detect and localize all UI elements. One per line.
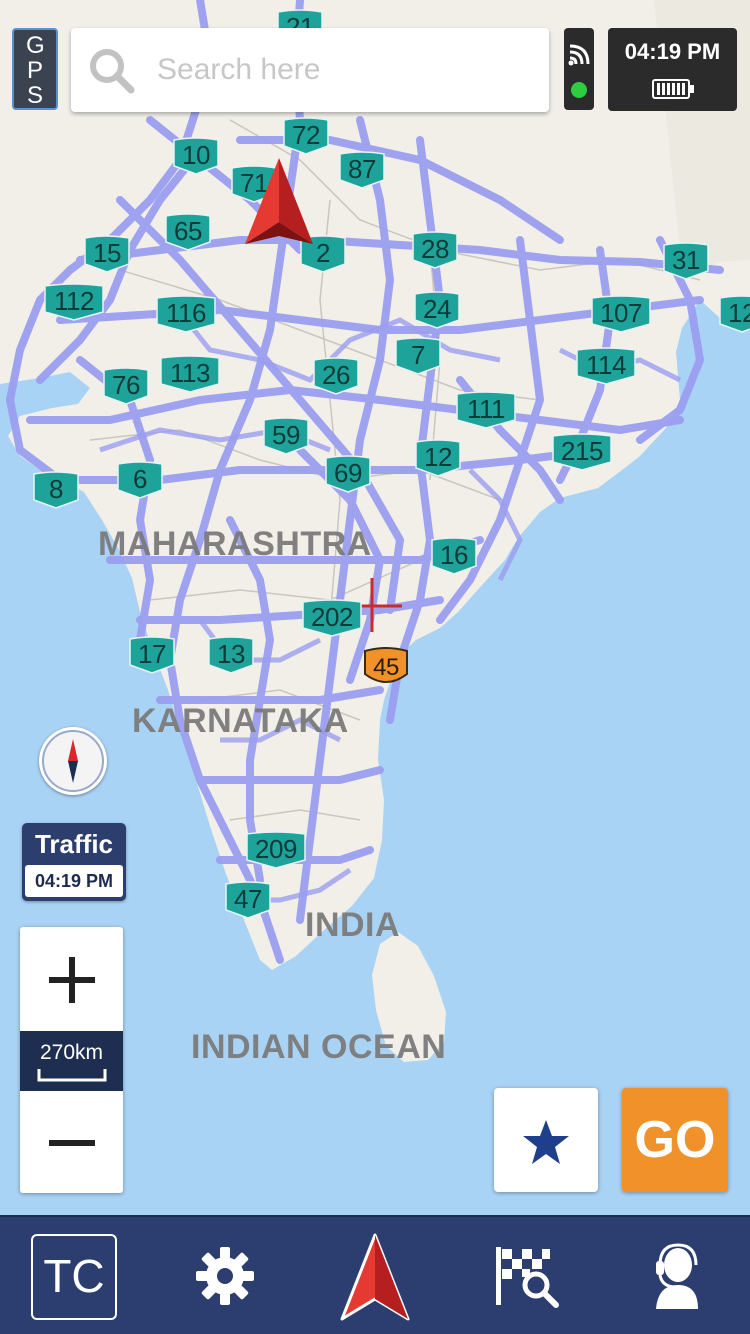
search-bar[interactable] <box>71 28 549 112</box>
highway-shield: 12 <box>718 294 750 334</box>
highway-number: 65 <box>174 216 202 246</box>
highway-shield: 114 <box>575 346 637 386</box>
highway-shield: 24 <box>413 290 461 330</box>
highway-number: 8 <box>49 474 63 504</box>
highway-number: 72 <box>292 120 320 150</box>
compass-icon <box>42 730 104 792</box>
highway-shield: 107 <box>590 294 652 334</box>
zoom-out-button[interactable] <box>20 1091 123 1193</box>
region-label-karnataka: KARNATAKA <box>132 702 349 740</box>
highway-number: 87 <box>348 154 376 184</box>
highway-number: 12 <box>424 442 452 472</box>
scale-bar-icon <box>37 1069 107 1082</box>
gps-status-badge[interactable]: GPS <box>12 28 58 110</box>
highway-shield: 28 <box>411 230 459 270</box>
highway-number: 15 <box>93 238 121 268</box>
settings-gear-icon[interactable] <box>194 1245 256 1307</box>
highway-shield: 111 <box>455 390 517 430</box>
search-input[interactable] <box>155 46 539 94</box>
highway-number: 202 <box>311 602 353 632</box>
highway-number: 209 <box>255 834 297 864</box>
highway-shield: 47 <box>224 880 272 920</box>
highway-shield: 76 <box>102 366 150 406</box>
highway-shield: 69 <box>324 454 372 494</box>
battery-icon <box>652 79 694 99</box>
search-icon <box>90 49 135 94</box>
highway-shield: 209 <box>245 830 307 870</box>
gps-fix-dot <box>571 82 587 98</box>
state-highway-shield: 45 <box>362 646 410 690</box>
star-icon <box>523 1120 569 1164</box>
bottom-nav: TC <box>0 1215 750 1334</box>
region-label-indian-ocean: INDIAN OCEAN <box>191 1028 447 1066</box>
highway-shield: 7 <box>394 336 442 376</box>
highway-number: 111 <box>466 394 506 424</box>
highway-number: 24 <box>423 294 451 324</box>
go-button[interactable]: GO <box>622 1088 728 1192</box>
signal-icon <box>568 44 590 66</box>
minus-icon <box>49 1140 95 1146</box>
map-scale: 270km <box>20 1031 123 1091</box>
zoom-control: 270km <box>20 927 123 1193</box>
highway-shield: 87 <box>338 150 386 190</box>
highway-shield: 113 <box>159 354 221 394</box>
highway-number: 7 <box>411 340 425 370</box>
highway-shield: 59 <box>262 416 310 456</box>
traffic-time: 04:19 PM <box>25 865 123 897</box>
highway-shield: 202 <box>301 598 363 638</box>
highway-shield: 65 <box>164 212 212 252</box>
highway-shield: 12 <box>414 438 462 478</box>
traffic-label: Traffic <box>34 829 114 859</box>
highway-number: 69 <box>334 458 362 488</box>
gps-label: GPS <box>26 32 45 109</box>
route-search-flag-icon[interactable] <box>494 1245 560 1311</box>
highway-number: 17 <box>138 639 166 669</box>
highway-shield: 215 <box>551 432 613 472</box>
highway-number: 107 <box>600 298 642 328</box>
highway-shield: 15 <box>83 234 131 274</box>
traffic-button[interactable]: Traffic 04:19 PM <box>22 823 126 901</box>
highway-shield: 116 <box>155 294 217 334</box>
highway-number: 59 <box>272 420 300 450</box>
highway-shield: 6 <box>116 460 164 500</box>
highway-number: 26 <box>322 360 350 390</box>
highway-number: 112 <box>54 286 94 316</box>
signal-indicator <box>564 28 594 110</box>
highway-number: 12 <box>728 298 750 328</box>
highway-number: 13 <box>217 639 245 669</box>
region-label-maharashtra: MAHARASHTRA <box>98 525 372 563</box>
highway-shield: 13 <box>207 635 255 675</box>
scale-label: 270km <box>39 1041 104 1064</box>
current-location-arrow-icon <box>245 158 313 244</box>
navigation-arrow-icon[interactable] <box>340 1233 410 1323</box>
highway-shield: 112 <box>43 282 105 322</box>
highway-number: 76 <box>112 370 140 400</box>
plus-icon <box>49 957 95 1003</box>
highway-shield: 17 <box>128 635 176 675</box>
highway-number: 10 <box>182 140 210 170</box>
status-clock: 04:19 PM <box>608 28 737 111</box>
clock-time: 04:19 PM <box>624 39 721 64</box>
highway-shield: 8 <box>32 470 80 510</box>
highway-number: 47 <box>234 884 262 914</box>
highway-shield: 26 <box>312 356 360 396</box>
highway-number: 6 <box>133 464 147 494</box>
highway-number: 16 <box>440 540 468 570</box>
tc-button[interactable]: TC <box>31 1234 117 1320</box>
highway-number: 28 <box>421 234 449 264</box>
highway-shield: 72 <box>282 116 330 156</box>
compass-button[interactable] <box>39 727 107 795</box>
favorites-button[interactable] <box>494 1088 598 1192</box>
highway-shield: 10 <box>172 136 220 176</box>
zoom-in-button[interactable] <box>20 927 123 1031</box>
highway-number: 31 <box>672 245 700 275</box>
region-label-india: INDIA <box>305 906 401 944</box>
highway-shield: 31 <box>662 241 710 281</box>
support-agent-icon[interactable] <box>650 1243 702 1311</box>
highway-number: 116 <box>166 298 206 328</box>
highway-shield: 16 <box>430 536 478 576</box>
highway-number: 215 <box>561 436 603 466</box>
highway-number: 114 <box>586 350 626 380</box>
highway-number: 113 <box>170 358 210 388</box>
